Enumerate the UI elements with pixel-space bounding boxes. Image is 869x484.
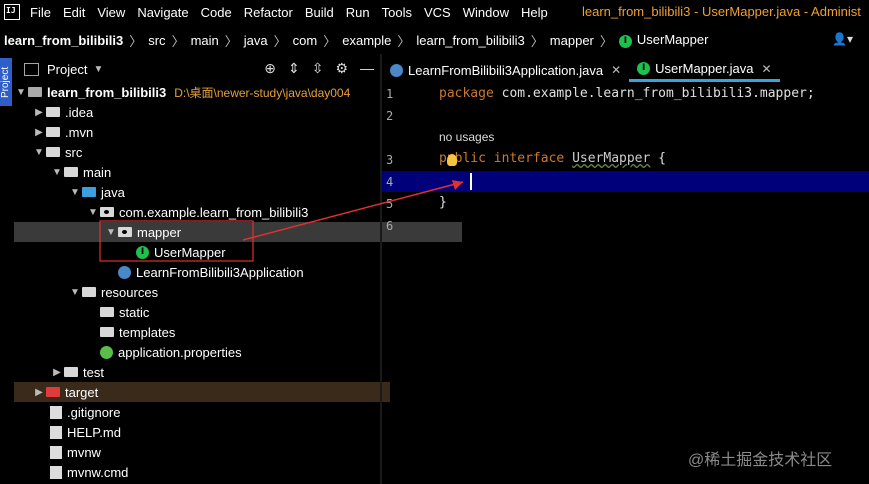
annotation-arrow-head xyxy=(452,180,463,190)
annotation-box xyxy=(99,220,254,262)
annotation-arrow-line xyxy=(242,181,464,241)
annotation-overlay xyxy=(99,180,464,262)
watermark: @稀土掘金技术社区 xyxy=(688,452,833,469)
